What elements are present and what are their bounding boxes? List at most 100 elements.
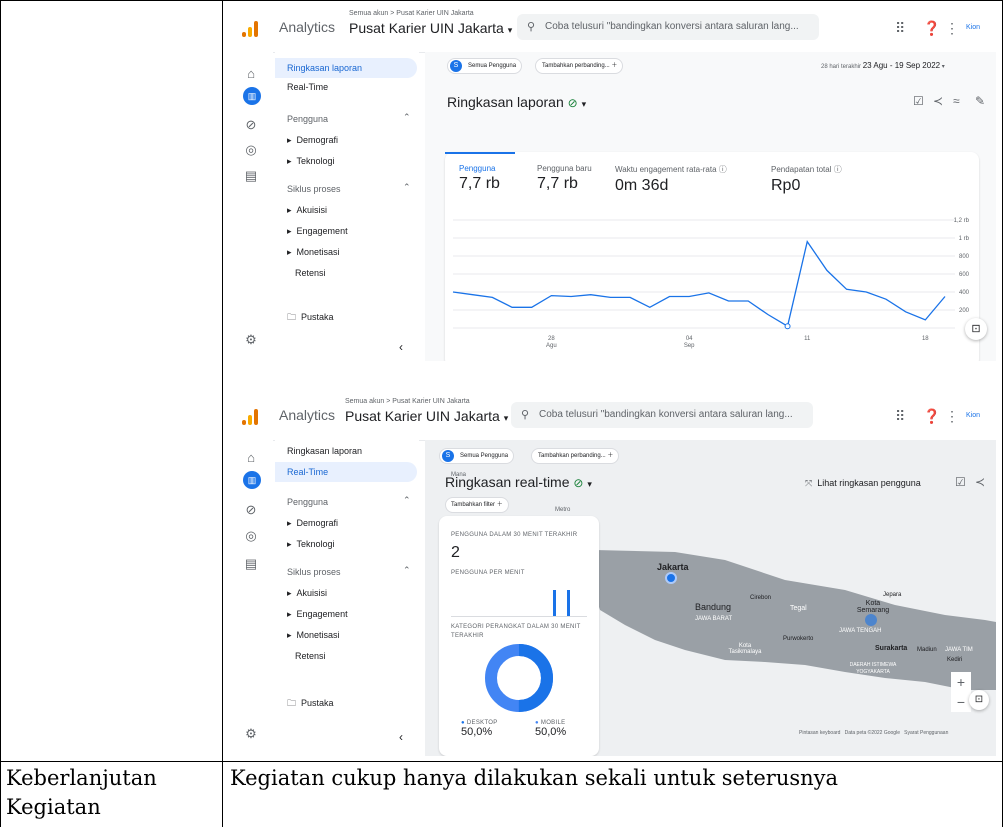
series-line [452, 240, 946, 328]
explore-icon[interactable]: ⊘ [243, 117, 259, 133]
reports-icon[interactable]: ▥ [243, 87, 261, 105]
zoom-out-icon[interactable]: − [951, 692, 971, 712]
nav-demografi[interactable]: ▸ Demografi [287, 518, 338, 529]
nav-realtime-active[interactable]: Real-Time [275, 462, 417, 482]
date-range[interactable]: 28 hari terakhir 23 Agu - 19 Sep 2022 ▾ [821, 61, 945, 70]
help-icon[interactable]: ❓ [923, 408, 940, 425]
more-vert-icon[interactable]: ⋮ [945, 408, 959, 425]
pencil-icon[interactable]: ✎ [975, 94, 985, 108]
chip-compare[interactable]: Tambahkan perbanding... ＋ [531, 448, 620, 464]
segment-s-icon: S [450, 60, 462, 72]
help-icon[interactable]: ❓ [923, 20, 940, 37]
nav-monetisasi[interactable]: ▸ Monetisasi [287, 247, 340, 258]
view-user-label: Lihat ringkasan pengguna [817, 478, 921, 488]
apps-grid-icon[interactable]: ⠿ [895, 408, 905, 425]
nav-teknologi[interactable]: ▸ Teknologi [287, 156, 335, 167]
map-label-mana: Mana [451, 472, 467, 478]
nav-siklus[interactable]: Siklus proses [287, 567, 341, 577]
more-vert-icon[interactable]: ⋮ [945, 20, 959, 37]
device-category-label: KATEGORI PERANGKAT DALAM 30 MENIT TERAKH… [451, 624, 581, 639]
breadcrumb[interactable]: Semua akun > Pusat Karier UIN Jakarta [345, 398, 470, 405]
nav-retensi[interactable]: Retensi [295, 268, 326, 278]
per-minute-axis [451, 616, 587, 617]
home-icon[interactable]: ⌂ [243, 66, 259, 81]
search-input[interactable]: ⚲ Coba telusuri "bandingkan konversi ant… [517, 14, 819, 40]
segment-s-icon: S [442, 450, 454, 462]
apps-grid-icon[interactable]: ⠿ [895, 20, 905, 37]
view-user-snapshot[interactable]: ⤧ Lihat ringkasan pengguna [805, 478, 921, 489]
nav-pustaka-label: Pustaka [301, 698, 334, 708]
chevron-up-icon[interactable]: ⌃ [403, 112, 411, 123]
chevron-up-icon[interactable]: ⌃ [403, 565, 411, 576]
nav-monetisasi[interactable]: ▸ Monetisasi [287, 630, 340, 641]
chevron-up-icon[interactable]: ⌃ [403, 495, 411, 506]
x-tick-label: 28 Agu [546, 336, 557, 349]
chip-all-users[interactable]: S Semua Pengguna [447, 58, 523, 74]
zoom-in-icon[interactable]: + [951, 672, 971, 692]
nav-pengguna[interactable]: Pengguna [287, 497, 328, 507]
metric-label-text: Pendapatan total [771, 165, 832, 174]
report-main: S Semua Pengguna Tambahkan perbanding... … [425, 52, 996, 361]
map-label-kota-tasik: Kota Tasikmalaya [728, 643, 762, 655]
share-icon[interactable]: ≺ [975, 475, 985, 489]
desktop-legend: ● DESKTOP 50,0% [461, 720, 498, 738]
metric-pendapatan[interactable]: Pendapatan total ⓘ Rp0 [771, 164, 842, 195]
nav-ringkasan[interactable]: Ringkasan laporan [287, 446, 362, 456]
settings-icon[interactable]: ⚙ [243, 726, 259, 742]
insights-icon[interactable]: ≈ [953, 94, 960, 108]
metric-pengguna[interactable]: Pengguna 7,7 rb [459, 164, 500, 193]
configure-icon[interactable]: ▤ [243, 168, 259, 184]
nav-demografi[interactable]: ▸ Demografi [287, 135, 338, 146]
share-icon[interactable]: ≺ [933, 94, 943, 108]
folder-icon: 🗀 [287, 312, 297, 322]
y-tick-label: 400 [959, 290, 970, 296]
feedback-icon[interactable]: ⊡ [965, 318, 987, 340]
property-selector[interactable]: Pusat Karier UIN Jakarta ▾ [345, 408, 508, 424]
reports-icon[interactable]: ▥ [243, 471, 261, 489]
property-name: Pusat Karier UIN Jakarta [345, 408, 500, 424]
nav-pengguna[interactable]: Pengguna [287, 114, 328, 124]
account-avatar[interactable]: Kion [966, 24, 980, 31]
chip-all-users[interactable]: S Semua Pengguna [439, 448, 515, 464]
top-bar: Analytics Semua akun > Pusat Karier UIN … [229, 6, 996, 53]
nav-engagement[interactable]: ▸ Engagement [287, 226, 348, 237]
top-bar: Analytics Semua akun > Pusat Karier UIN … [229, 394, 996, 441]
add-filter-chip[interactable]: Tambahkan filter ＋ [445, 497, 509, 513]
metric-engagement[interactable]: Waktu engagement rata-rata ⓘ 0m 36d [615, 164, 727, 195]
nav-teknologi[interactable]: ▸ Teknologi [287, 539, 335, 550]
nav-retensi[interactable]: Retensi [295, 651, 326, 661]
metric-pengguna-baru[interactable]: Pengguna baru 7,7 rb [537, 164, 592, 193]
feedback-icon[interactable]: ⊡ [969, 690, 989, 710]
explore-icon[interactable]: ⊘ [243, 502, 259, 518]
nav-pustaka[interactable]: 🗀 Pustaka [287, 696, 334, 712]
search-input[interactable]: ⚲ Coba telusuri "bandingkan konversi ant… [511, 402, 813, 428]
advertising-icon[interactable]: ◎ [243, 142, 259, 158]
y-tick-label: 1,2 rb [954, 218, 970, 224]
nav-akuisisi[interactable]: ▸ Akuisisi [287, 205, 327, 216]
edit-report-icon[interactable]: ☑ [913, 94, 924, 108]
edit-report-icon[interactable]: ☑ [955, 475, 966, 489]
advertising-icon[interactable]: ◎ [243, 528, 259, 544]
nav-pustaka[interactable]: 🗀 Pustaka [287, 310, 334, 326]
home-icon[interactable]: ⌂ [243, 450, 259, 465]
chevron-down-icon[interactable]: ▾ [587, 479, 592, 489]
chevron-up-icon[interactable]: ⌃ [403, 182, 411, 193]
data-point-marker[interactable] [784, 323, 791, 330]
breadcrumb[interactable]: Semua akun > Pusat Karier UIN Jakarta [349, 10, 474, 17]
chip-compare[interactable]: Tambahkan perbanding... ＋ [535, 58, 624, 74]
configure-icon[interactable]: ▤ [243, 556, 259, 572]
account-avatar[interactable]: Kion [966, 412, 980, 419]
property-selector[interactable]: Pusat Karier UIN Jakarta ▾ [349, 20, 512, 36]
nav-akuisisi[interactable]: ▸ Akuisisi [287, 588, 327, 599]
nav-engagement[interactable]: ▸ Engagement [287, 609, 348, 620]
nav-realtime[interactable]: Real-Time [287, 82, 328, 92]
per-minute-bar [567, 590, 570, 616]
chevron-down-icon[interactable]: ▾ [582, 99, 587, 109]
collapse-nav-icon[interactable]: ‹ [399, 730, 403, 744]
search-icon: ⚲ [521, 409, 530, 421]
nav-siklus[interactable]: Siklus proses [287, 184, 341, 194]
settings-icon[interactable]: ⚙ [243, 332, 259, 348]
nav-ringkasan-active[interactable]: Ringkasan laporan [275, 58, 417, 78]
info-icon: ⓘ [718, 165, 727, 174]
collapse-nav-icon[interactable]: ‹ [399, 340, 403, 354]
